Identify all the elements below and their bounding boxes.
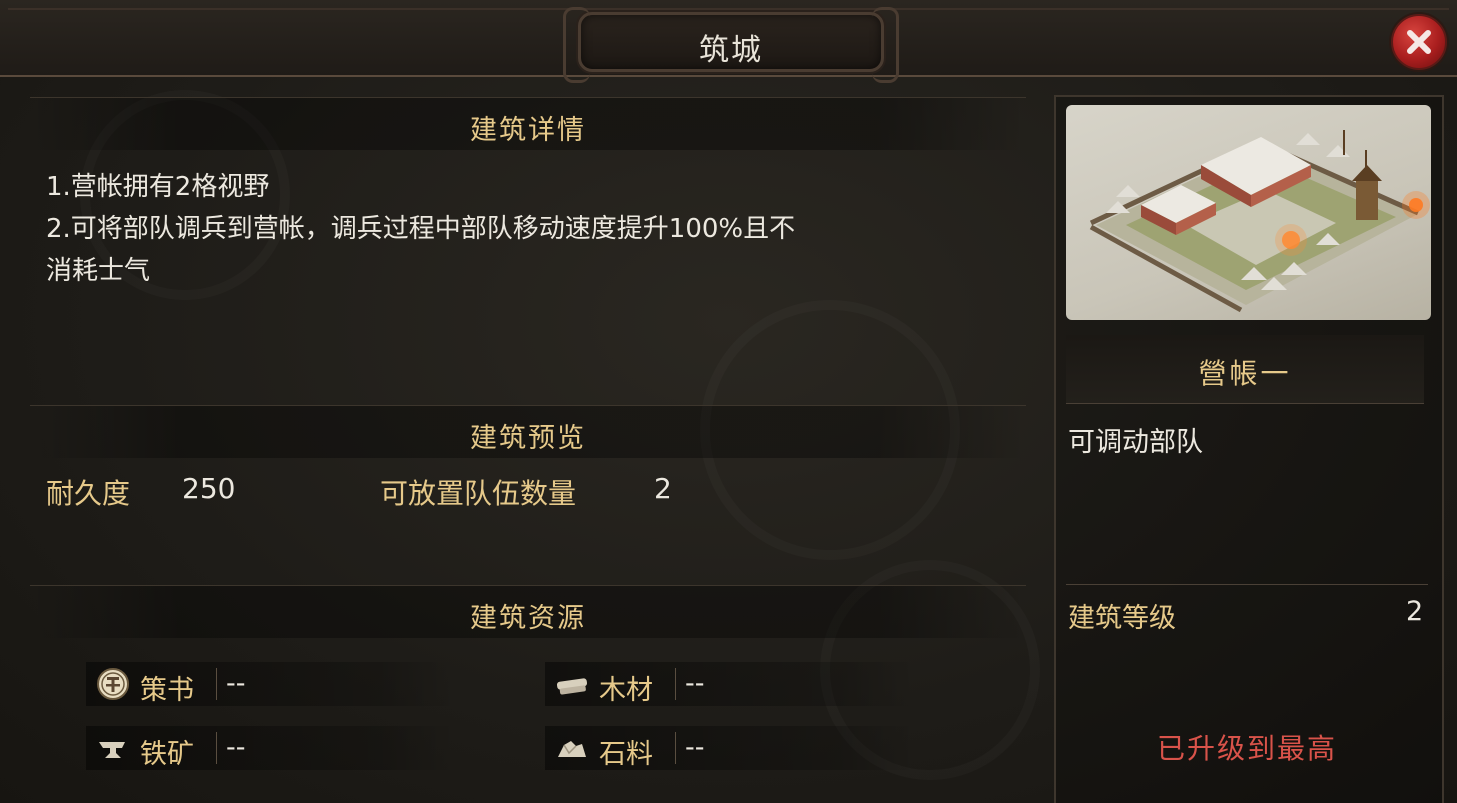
- build-city-dialog: 筑城 建筑详情 1.营帐拥有2格视野 2.可将部队调兵到营帐，调兵过程中部队移动…: [0, 0, 1457, 803]
- resource-value: --: [226, 668, 246, 699]
- details-line: 消耗士气: [46, 256, 151, 286]
- divider: [1066, 584, 1428, 585]
- details-text: 1.营帐拥有2格视野 2.可将部队调兵到营帐，调兵过程中部队移动速度提升100%…: [46, 166, 1031, 292]
- building-preview-image: [1066, 105, 1431, 320]
- building-level-label: 建筑等级: [1068, 603, 1176, 634]
- resource-value: --: [226, 732, 246, 763]
- max-level-status: 已升级到最高: [1156, 732, 1337, 765]
- preview-header: 建筑预览: [30, 405, 1026, 458]
- details-header: 建筑详情: [30, 97, 1026, 150]
- resources-heading: 建筑资源: [470, 603, 586, 634]
- resource-name: 木材: [599, 675, 653, 706]
- details-heading: 建筑详情: [470, 115, 586, 146]
- resource-iron: 铁矿 --: [86, 726, 456, 770]
- teams-value: 2: [654, 472, 672, 505]
- camp-illustration: [1089, 130, 1430, 313]
- close-button[interactable]: [1391, 14, 1447, 70]
- title-bar-trim: [8, 8, 1449, 10]
- resource-value: --: [685, 732, 705, 763]
- divider: [216, 732, 217, 764]
- building-description: 可调动部队: [1068, 427, 1203, 458]
- teams-label: 可放置队伍数量: [380, 477, 577, 510]
- resource-name: 铁矿: [140, 739, 194, 770]
- divider: [675, 668, 676, 700]
- building-name: 營帳一: [1198, 357, 1292, 390]
- anvil-icon: [99, 742, 125, 758]
- resource-scroll: 策书 --: [86, 662, 456, 706]
- divider: [675, 732, 676, 764]
- wood-icon: [556, 678, 588, 695]
- close-icon: [1407, 30, 1431, 54]
- resource-name: 石料: [599, 739, 653, 770]
- stone-icon: [558, 741, 586, 757]
- resource-stone: 石料 --: [545, 726, 915, 770]
- resource-value: --: [685, 668, 705, 699]
- preview-heading: 建筑预览: [470, 423, 586, 454]
- scroll-icon: [97, 668, 129, 700]
- resource-name: 策书: [140, 675, 194, 706]
- divider: [216, 668, 217, 700]
- building-level-value: 2: [1406, 596, 1424, 627]
- resources-header: 建筑资源: [30, 585, 1026, 638]
- durability-label: 耐久度: [46, 477, 131, 510]
- building-name-plate: 營帳一: [1066, 335, 1424, 404]
- dialog-title: 筑城: [699, 33, 763, 68]
- details-line: 2.可将部队调兵到营帐，调兵过程中部队移动速度提升100%且不: [46, 214, 796, 244]
- resource-wood: 木材 --: [545, 662, 915, 706]
- title-plate: 筑城: [563, 7, 899, 83]
- durability-value: 250: [182, 472, 236, 505]
- details-line: 1.营帐拥有2格视野: [46, 172, 270, 202]
